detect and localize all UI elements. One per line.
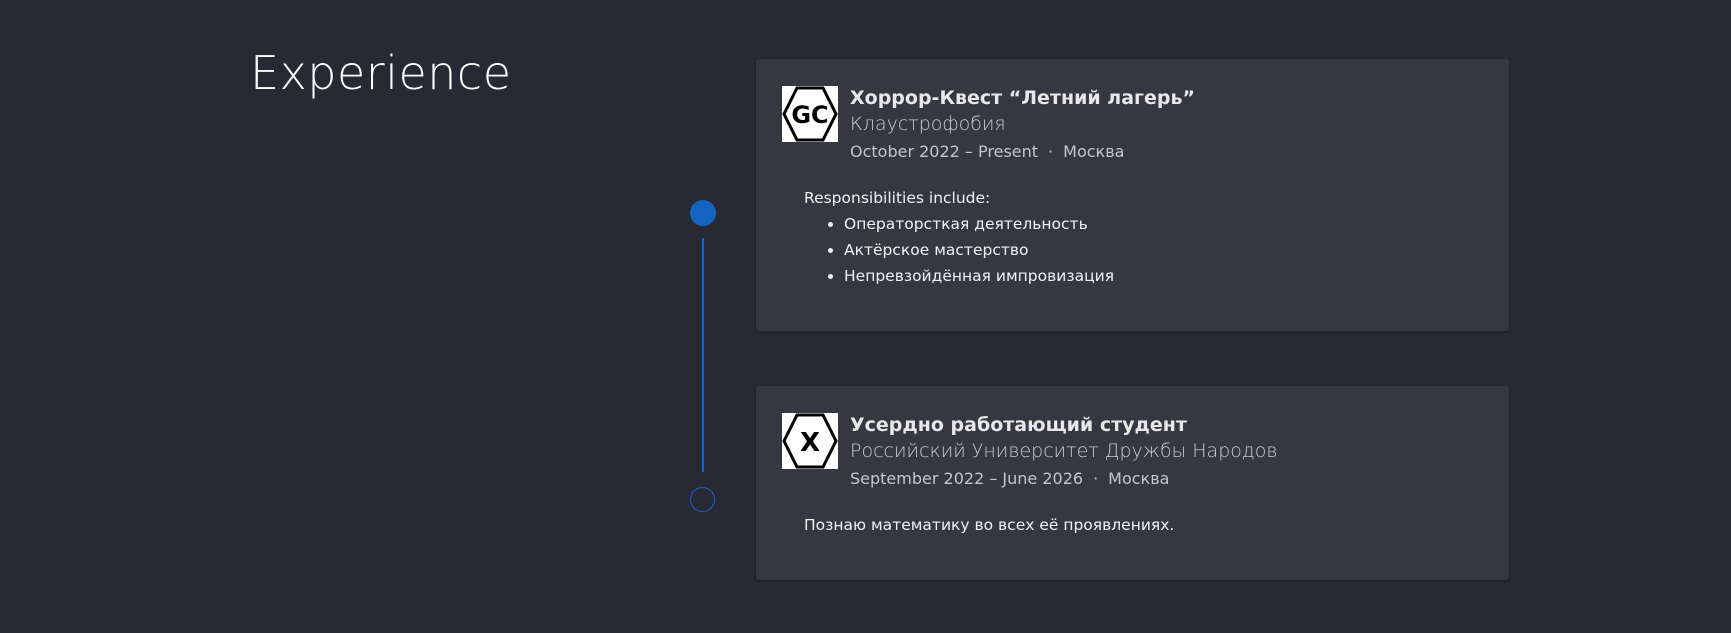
section-title: Experience — [250, 46, 512, 100]
job-title: Усердно работающий студент — [850, 414, 1187, 436]
job-title: Хоррор-Квест “Летний лагерь” — [850, 87, 1195, 109]
responsibilities-intro: Responsibilities include: — [804, 189, 991, 207]
list-item: Операторсткая деятельность — [844, 211, 1489, 237]
list-item: Актёрское мастерство — [844, 237, 1489, 263]
meta-separator: · — [1048, 142, 1054, 161]
timeline-line — [702, 238, 704, 472]
job-description: Познаю математику во всех её проявлениях… — [804, 512, 1489, 538]
job-description: Responsibilities include: Операторсткая … — [804, 185, 1489, 289]
list-item: Непревзойдённая импровизация — [844, 263, 1489, 289]
job-dates: October 2022 – Present — [850, 142, 1039, 161]
organization-name: Клаустрофобия — [850, 113, 1006, 135]
description-text: Познаю математику во всех её проявлениях… — [804, 516, 1175, 534]
organization-name: Российский Университет Дружбы Народов — [850, 440, 1278, 462]
experience-page: Experience GC Хоррор-Квест “Летний лагер… — [0, 0, 1731, 633]
gc-hexagon-logo-icon: GC — [782, 86, 838, 142]
meta-separator: · — [1093, 469, 1099, 488]
experience-card: GC Хоррор-Квест “Летний лагерь” Клаустро… — [756, 59, 1509, 331]
x-hexagon-logo-icon: X — [782, 413, 838, 469]
job-location: Москва — [1108, 469, 1170, 488]
job-location: Москва — [1063, 142, 1125, 161]
timeline-dot-active — [690, 200, 716, 226]
logo-text: GC — [791, 101, 828, 129]
logo-text: X — [800, 428, 820, 458]
job-meta: September 2022 – June 2026 · Москва — [850, 465, 1489, 493]
responsibilities-list: Операторсткая деятельность Актёрское мас… — [804, 211, 1489, 289]
timeline-dot-inactive — [690, 487, 715, 512]
job-dates: September 2022 – June 2026 — [850, 469, 1084, 488]
job-meta: October 2022 – Present · Москва — [850, 138, 1489, 166]
experience-card: X Усердно работающий студент Российский … — [756, 386, 1509, 580]
